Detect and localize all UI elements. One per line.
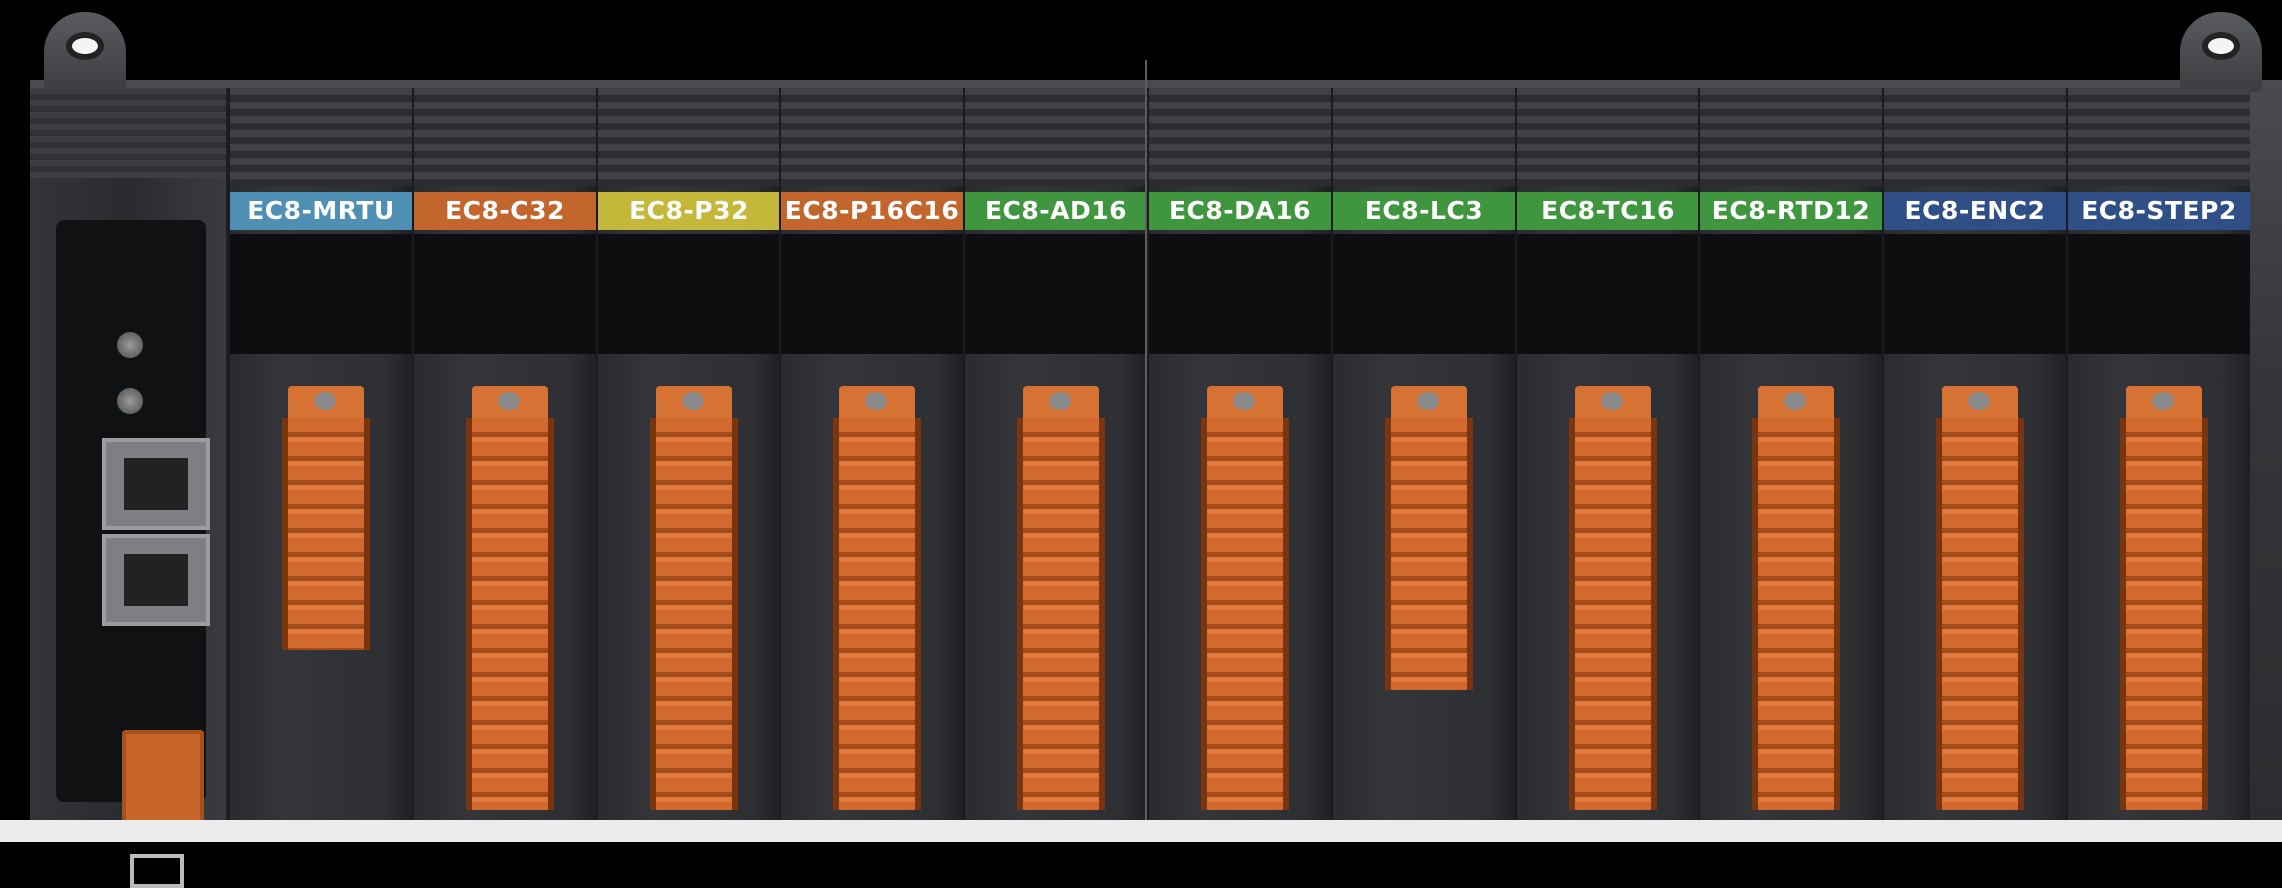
io-module-ec8-mrtu: EC8-MRTU <box>228 88 412 820</box>
led-window <box>1884 234 2066 354</box>
led-window <box>230 234 412 354</box>
terminal-release-icon[interactable] <box>1023 386 1099 420</box>
vent-grille <box>598 88 780 186</box>
led-window <box>414 234 596 354</box>
terminal-block[interactable] <box>833 418 921 810</box>
mounting-hole-icon <box>2202 32 2240 60</box>
module-label: EC8-STEP2 <box>2068 192 2250 230</box>
vent-grille <box>230 88 412 186</box>
vent-grille <box>1700 88 1882 186</box>
module-label: EC8-RTD12 <box>1700 192 1882 230</box>
module-label: EC8-MRTU <box>230 192 412 230</box>
module-label: EC8-DA16 <box>1149 192 1331 230</box>
terminal-block[interactable] <box>1385 418 1473 690</box>
ethernet-port-1[interactable] <box>102 438 210 530</box>
io-module-ec8-p32: EC8-P32 <box>596 88 780 820</box>
terminal-block[interactable] <box>1752 418 1840 810</box>
io-module-ec8-ad16: EC8-AD16 <box>963 88 1147 820</box>
led-window <box>2068 234 2250 354</box>
vent-grille <box>1149 88 1331 186</box>
terminal-block[interactable] <box>282 418 370 650</box>
terminal-release-icon[interactable] <box>288 386 364 420</box>
vent-grille <box>2068 88 2250 186</box>
rack-divider <box>1145 60 1147 840</box>
terminal-release-icon[interactable] <box>839 386 915 420</box>
led-window <box>1333 234 1515 354</box>
led-window <box>1700 234 1882 354</box>
io-module-ec8-step2: EC8-STEP2 <box>2066 88 2250 820</box>
terminal-block[interactable] <box>466 418 554 810</box>
vent-grille <box>1517 88 1699 186</box>
led-window <box>1149 234 1331 354</box>
led-window <box>965 234 1147 354</box>
screw-icon <box>117 388 143 414</box>
io-module-ec8-lc3: EC8-LC3 <box>1331 88 1515 820</box>
module-label: EC8-LC3 <box>1333 192 1515 230</box>
io-module-ec8-p16c16: EC8-P16C16 <box>779 88 963 820</box>
module-label: EC8-TC16 <box>1517 192 1699 230</box>
terminal-release-icon[interactable] <box>1575 386 1651 420</box>
vent-grille <box>1884 88 2066 186</box>
controller-module <box>30 88 230 888</box>
module-label: EC8-C32 <box>414 192 596 230</box>
vent-grille <box>1333 88 1515 186</box>
terminal-release-icon[interactable] <box>2126 386 2202 420</box>
terminal-block[interactable] <box>2120 418 2208 810</box>
vent-grille <box>30 88 226 178</box>
mounting-rail <box>0 820 2282 842</box>
mounting-hole-icon <box>66 32 104 60</box>
led-window <box>1517 234 1699 354</box>
terminal-block[interactable] <box>1569 418 1657 810</box>
vent-grille <box>781 88 963 186</box>
io-module-ec8-tc16: EC8-TC16 <box>1515 88 1699 820</box>
terminal-block[interactable] <box>1017 418 1105 810</box>
terminal-release-icon[interactable] <box>656 386 732 420</box>
module-label: EC8-P16C16 <box>781 192 963 230</box>
led-window <box>598 234 780 354</box>
terminal-release-icon[interactable] <box>1942 386 2018 420</box>
ethernet-port-2[interactable] <box>102 534 210 626</box>
screw-icon <box>117 332 143 358</box>
io-module-ec8-rtd12: EC8-RTD12 <box>1698 88 1882 820</box>
module-label: EC8-AD16 <box>965 192 1147 230</box>
terminal-block[interactable] <box>650 418 738 810</box>
vent-grille <box>965 88 1147 186</box>
terminal-release-icon[interactable] <box>1391 386 1467 420</box>
dip-switch[interactable] <box>130 854 184 888</box>
io-module-ec8-c32: EC8-C32 <box>412 88 596 820</box>
right-mounting-ear <box>2180 12 2262 92</box>
module-label: EC8-ENC2 <box>1884 192 2066 230</box>
module-label: EC8-P32 <box>598 192 780 230</box>
terminal-block[interactable] <box>1936 418 2024 810</box>
vent-grille <box>414 88 596 186</box>
io-module-ec8-da16: EC8-DA16 <box>1147 88 1331 820</box>
led-window <box>781 234 963 354</box>
terminal-release-icon[interactable] <box>1758 386 1834 420</box>
terminal-release-icon[interactable] <box>1207 386 1283 420</box>
io-module-ec8-enc2: EC8-ENC2 <box>1882 88 2066 820</box>
left-mounting-ear <box>44 12 126 92</box>
terminal-release-icon[interactable] <box>472 386 548 420</box>
terminal-block[interactable] <box>1201 418 1289 810</box>
